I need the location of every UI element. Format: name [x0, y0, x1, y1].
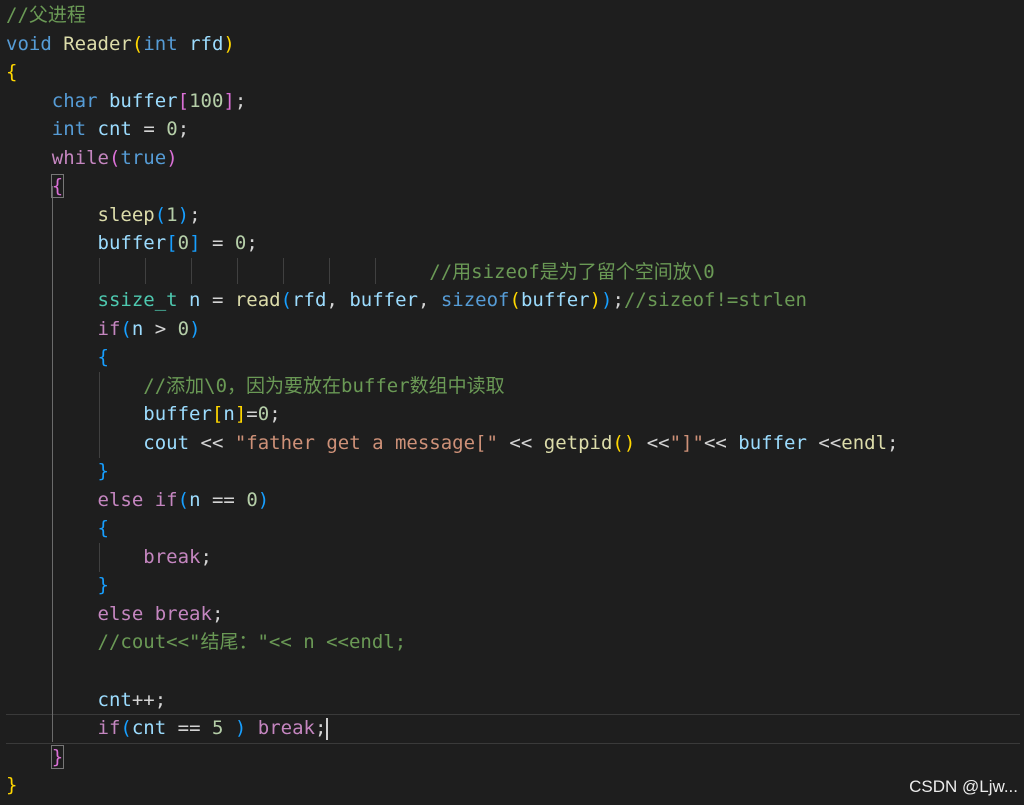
keyword: int	[143, 33, 178, 55]
variable: n	[189, 289, 201, 311]
code-line: if(cnt == 5 ) break;	[97, 717, 329, 740]
type-name: ssize_t	[97, 289, 178, 311]
comment: //cout<<"结尾："<< n <<endl;	[97, 631, 407, 653]
variable: n	[189, 489, 201, 511]
number: 100	[189, 90, 224, 112]
keyword: sizeof	[440, 289, 510, 311]
keyword: break	[257, 717, 315, 739]
matched-bracket: }	[50, 745, 65, 769]
code-line: }	[97, 574, 109, 596]
code-line: //添加\0，因为要放在buffer数组中读取	[6, 372, 505, 401]
variable: buffer	[143, 403, 212, 425]
keyword: if	[97, 717, 121, 739]
variable: buffer	[520, 289, 590, 311]
comment: //父进程	[6, 4, 86, 26]
code-line: buffer[0] = 0;	[97, 232, 258, 254]
code-line: cout << "father get a message[" << getpi…	[143, 432, 899, 454]
parameter: rfd	[189, 33, 224, 55]
variable: n	[131, 318, 144, 340]
code-line: int cnt = 0;	[51, 118, 190, 140]
watermark: CSDN @Ljw...	[909, 777, 1018, 796]
variable: rfd	[292, 289, 327, 311]
comment: //sizeof!=strlen	[623, 289, 807, 311]
code-line: while(true)	[51, 147, 178, 169]
code-line: {	[97, 346, 109, 368]
keyword: true	[120, 147, 167, 169]
keyword: if	[97, 318, 121, 340]
code-line: else break;	[97, 603, 224, 625]
code-line: //cout<<"结尾："<< n <<endl;	[6, 628, 407, 657]
code-line: sleep(1);	[97, 204, 201, 226]
code-line: ssize_t n = read(rfd, buffer, sizeof(buf…	[97, 289, 807, 311]
code-line: cnt++;	[97, 689, 167, 711]
code-line: void Reader(int rfd)	[6, 33, 235, 55]
number: 0	[177, 318, 190, 340]
code-line: buffer[n]=0;	[143, 403, 281, 425]
number: 5	[211, 717, 224, 739]
keyword: if	[154, 489, 178, 511]
string-literal: "]"	[669, 432, 704, 454]
keyword: break	[143, 546, 201, 568]
keyword: else	[97, 603, 144, 625]
code-line: }	[6, 743, 65, 772]
variable: buffer	[97, 232, 167, 254]
code-line: {	[6, 61, 18, 83]
variable: cnt	[97, 118, 132, 140]
number: 0	[234, 232, 247, 254]
function-name: endl	[841, 432, 888, 454]
code-line: {	[97, 517, 109, 539]
code-line: }	[97, 460, 109, 482]
code-line: }	[6, 774, 18, 796]
comment: //用sizeof是为了留个空间放\0	[429, 261, 715, 283]
keyword: break	[154, 603, 212, 625]
variable: buffer	[108, 90, 178, 112]
code-editor[interactable]: //父进程 void Reader(int rfd) { char buffer…	[0, 0, 1024, 805]
variable: n	[223, 403, 235, 425]
code-line: if(n > 0)	[97, 318, 201, 340]
code-line: //父进程	[6, 1, 86, 30]
text-cursor	[326, 717, 329, 740]
variable: cnt	[97, 689, 132, 711]
keyword: else	[97, 489, 144, 511]
number: 0	[246, 489, 258, 511]
number: 0	[177, 232, 190, 254]
number: 0	[166, 118, 178, 140]
function-name: getpid	[543, 432, 613, 454]
keyword: int	[51, 118, 87, 140]
code-line: char buffer[100];	[51, 90, 247, 112]
code-line: else if(n == 0)	[97, 489, 270, 511]
code-line: //用sizeof是为了留个空间放\0	[6, 258, 715, 287]
keyword: void	[6, 33, 52, 55]
number: 0	[257, 403, 270, 425]
matched-bracket: {	[50, 174, 65, 198]
variable: cnt	[131, 717, 167, 739]
code-line: break;	[143, 546, 212, 568]
keyword: char	[51, 90, 98, 112]
variable: buffer	[738, 432, 807, 454]
number: 1	[166, 204, 178, 226]
variable: cout	[143, 432, 190, 454]
code-line: {	[6, 172, 65, 201]
function-name: Reader	[63, 33, 132, 55]
variable: buffer	[349, 289, 418, 311]
string-literal: "father get a message["	[234, 432, 498, 454]
comment: //添加\0，因为要放在buffer数组中读取	[143, 375, 505, 397]
function-name: read	[234, 289, 281, 311]
keyword: while	[51, 147, 109, 169]
function-name: sleep	[97, 204, 155, 226]
